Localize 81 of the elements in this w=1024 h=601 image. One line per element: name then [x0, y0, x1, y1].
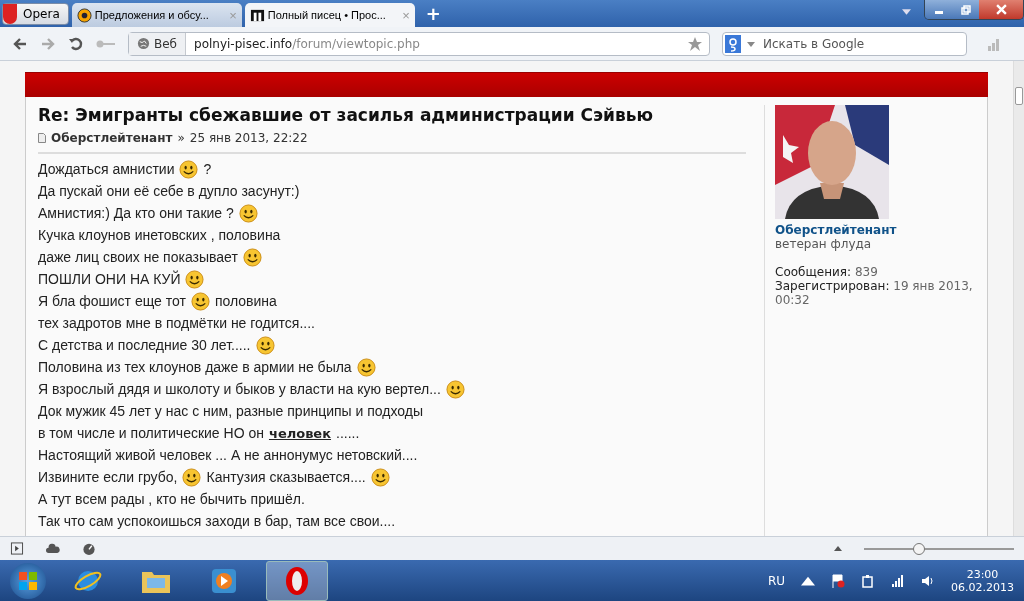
date: 06.02.2013	[951, 580, 1014, 594]
post-author[interactable]: Оберстлейтенант	[51, 131, 173, 145]
search-field[interactable]: Искать в Google	[722, 31, 967, 56]
restore-button[interactable]	[952, 0, 979, 19]
caret-icon[interactable]	[834, 546, 842, 551]
post-title: Re: Эмигранты сбежавшие от засилья администрации Сэйвью	[38, 105, 654, 125]
clock[interactable]: 23:00 06.02.2013	[951, 567, 1014, 594]
tab-title: Предложения и обсу...	[94, 9, 210, 21]
power-icon[interactable]	[861, 573, 875, 588]
signal-icon[interactable]	[891, 573, 905, 588]
separator: »	[177, 131, 185, 145]
speaker-icon[interactable]	[921, 573, 935, 588]
browser-tab[interactable]: Полный писец • Прос... ×	[244, 3, 415, 27]
post-text: Кучка клоунов инетовских , половина	[38, 227, 281, 243]
underlined-text: человек	[268, 425, 331, 441]
address-field[interactable]: Веб polnyi-pisec.info/forum/viewtopic.php	[128, 31, 710, 56]
post-text: в том числе и политические НО он	[38, 425, 264, 441]
time: 23:00	[966, 567, 999, 581]
panel-icon[interactable]	[10, 542, 24, 555]
star-icon[interactable]	[687, 35, 703, 52]
caret-icon[interactable]	[747, 41, 755, 47]
new-tab-button[interactable]: +	[417, 3, 449, 27]
windows-logo-icon	[18, 570, 38, 591]
smiley-icon	[242, 247, 262, 267]
start-button[interactable]	[10, 562, 46, 599]
minimize-icon	[934, 11, 943, 14]
post-text: Извините если грубо,	[38, 469, 178, 485]
smiley-icon	[356, 357, 376, 377]
back-icon[interactable]	[12, 35, 28, 52]
post-text: Настоящий живой человек ... А не аннонумус нетовский....	[38, 447, 418, 463]
document-icon	[38, 133, 46, 143]
url-text: polnyi-pisec.info/forum/viewtopic.php	[193, 36, 421, 51]
post-text: тех задротов мне в подмётки не годится....	[38, 315, 315, 331]
post-text: Дождаться амнистии	[38, 161, 175, 177]
smiley-icon	[185, 269, 205, 289]
profile-stat: Зарегистрирован: 19 янв 2013, 00:32	[775, 279, 974, 307]
post-text: даже лиц своих не показывает	[38, 249, 238, 265]
smiley-icon	[370, 467, 390, 487]
speed-bars-icon	[987, 36, 1001, 51]
smiley-icon	[182, 467, 202, 487]
smiley-icon	[190, 291, 210, 311]
post-text: Я бла фошист еще тот	[38, 293, 186, 309]
post-date: 25 янв 2013, 22:22	[189, 131, 308, 145]
profile-rank: ветеран флуда	[775, 237, 873, 251]
post-text: ПОШЛИ ОНИ НА КУЙ	[38, 271, 181, 287]
reload-icon[interactable]	[68, 35, 84, 52]
site-icon	[249, 7, 265, 23]
opera-taskbar-icon[interactable]	[266, 560, 328, 601]
post-text: Да пускай они её себе в дупло засунут:)	[38, 183, 300, 199]
web-label: Веб	[154, 36, 177, 51]
language-indicator[interactable]: RU	[767, 573, 785, 588]
post-text: Я взрослый дядя и школоту и быков у власти на кую вертел...	[38, 381, 441, 397]
post-text: Кантузия сказывается....	[206, 469, 366, 485]
smiley-icon	[445, 379, 465, 399]
zoom-slider[interactable]	[864, 542, 1014, 555]
post-text: ?	[203, 161, 212, 177]
post-text: ......	[336, 425, 360, 441]
tab-title: Полный писец • Прос...	[267, 9, 387, 21]
cloud-icon[interactable]	[46, 542, 60, 555]
browser-tab[interactable]: Предложения и обсу... ×	[71, 3, 242, 27]
opera-menu-button[interactable]: Opera	[2, 3, 69, 25]
speedometer-icon[interactable]	[82, 542, 96, 555]
post-text: А тут всем рады , кто не бычить пришёл.	[38, 491, 305, 507]
profile-stat: Сообщения: 839	[775, 265, 879, 279]
smiley-icon	[255, 335, 275, 355]
post-text: Так что сам успокоишься заходи в бар, там все свои....	[38, 513, 396, 529]
smiley-icon	[238, 203, 258, 223]
caret-icon[interactable]	[902, 9, 911, 15]
smiley-icon	[179, 159, 199, 179]
minimize-button[interactable]	[925, 0, 952, 19]
close-button[interactable]	[979, 0, 1023, 19]
post-text: Половина из тех клоунов даже в армии не была	[38, 359, 352, 375]
flag-icon[interactable]	[831, 573, 845, 588]
post-text: С детства и последние 30 лет.....	[38, 337, 251, 353]
scrollbar[interactable]	[1013, 61, 1024, 536]
post-text: Амнистия:) Да кто они такие ?	[38, 205, 234, 221]
profile-name[interactable]: Оберстлейтенант	[775, 223, 975, 237]
post-text: половина	[214, 293, 277, 309]
post-text: Док мужик 45 лет у нас с ним, разные принципы и подходы	[38, 403, 424, 419]
close-icon	[995, 4, 1007, 15]
restore-icon	[960, 4, 971, 15]
